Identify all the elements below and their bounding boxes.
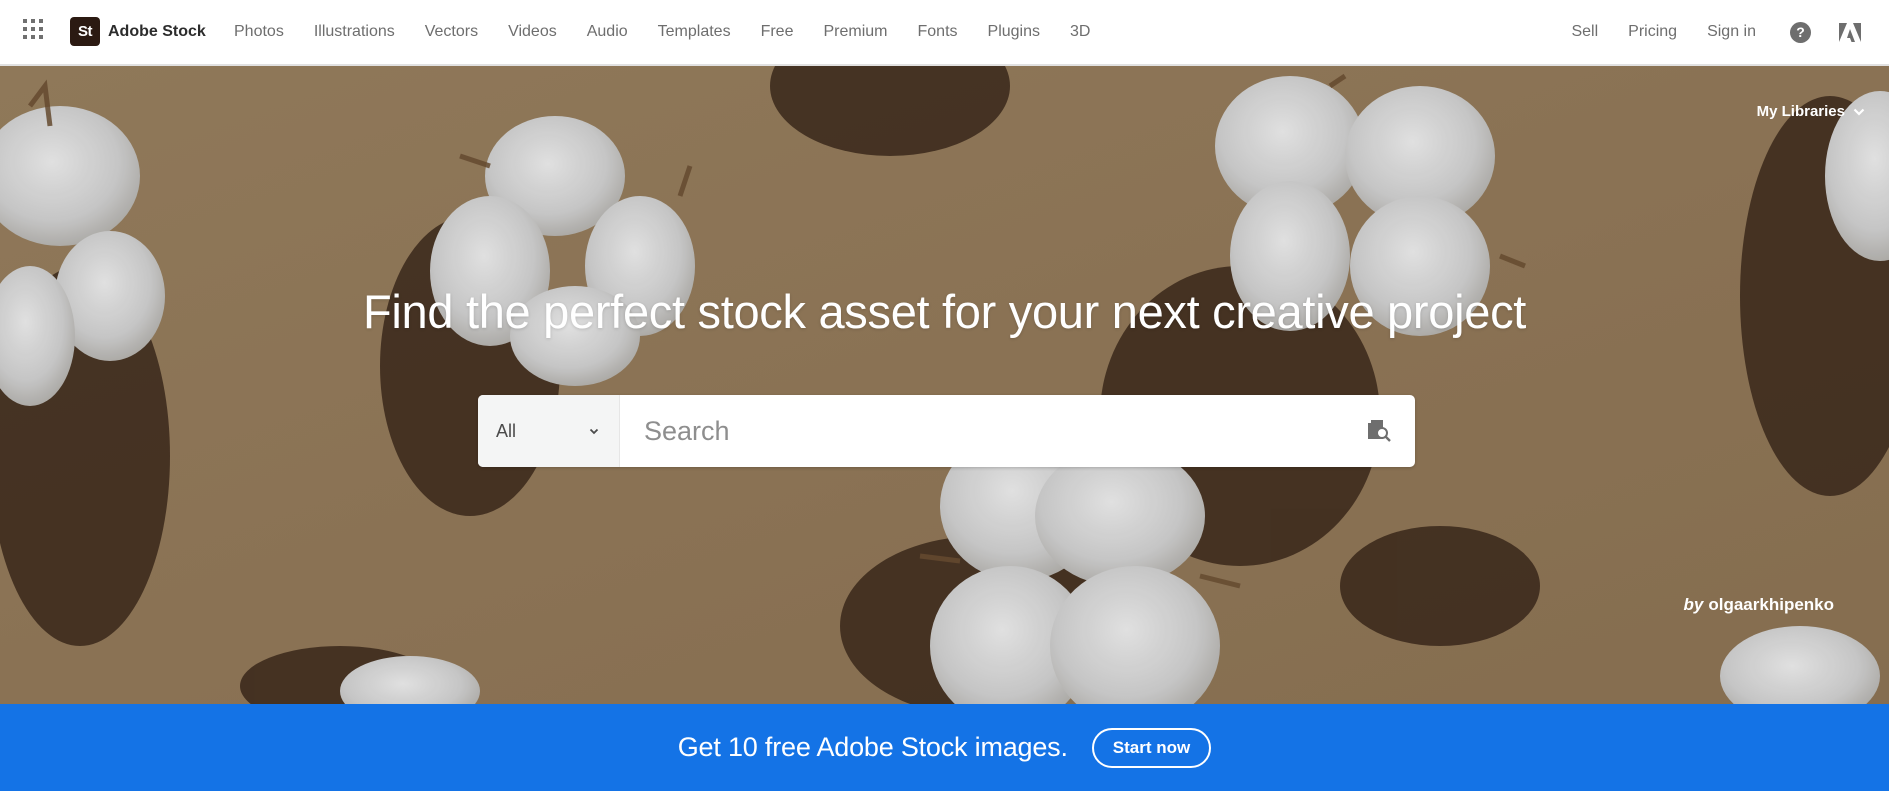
nav-item-premium[interactable]: Premium xyxy=(823,23,887,41)
adobe-logo-icon[interactable] xyxy=(1839,22,1861,42)
nav-item-free[interactable]: Free xyxy=(761,23,794,41)
help-icon[interactable]: ? xyxy=(1790,21,1811,43)
hero-overlay xyxy=(0,66,1889,704)
search-input[interactable] xyxy=(620,395,1345,467)
visual-search-button[interactable] xyxy=(1345,395,1415,467)
top-navigation-bar: St Adobe Stock Photos Illustrations Vect… xyxy=(0,0,1889,66)
my-libraries-label: My Libraries xyxy=(1756,103,1845,120)
nav-item-3d[interactable]: 3D xyxy=(1070,23,1090,41)
nav-item-plugins[interactable]: Plugins xyxy=(988,23,1040,41)
nav-item-templates[interactable]: Templates xyxy=(658,23,731,41)
chevron-down-icon xyxy=(589,428,599,434)
app-switcher-grid-icon[interactable] xyxy=(23,19,43,39)
adobe-stock-logo[interactable]: St Adobe Stock xyxy=(70,17,206,46)
nav-item-audio[interactable]: Audio xyxy=(587,23,628,41)
nav-item-photos[interactable]: Photos xyxy=(234,23,284,41)
nav-item-illustrations[interactable]: Illustrations xyxy=(314,23,395,41)
visual-search-icon xyxy=(1368,420,1391,442)
nav-item-fonts[interactable]: Fonts xyxy=(918,23,958,41)
nav-item-vectors[interactable]: Vectors xyxy=(425,23,478,41)
stock-logo-badge: St xyxy=(70,17,100,46)
sell-link[interactable]: Sell xyxy=(1571,23,1598,41)
pricing-link[interactable]: Pricing xyxy=(1628,23,1677,41)
promo-text: Get 10 free Adobe Stock images. xyxy=(677,732,1068,762)
right-nav: Sell Pricing Sign in ? xyxy=(1571,0,1889,64)
sign-in-link[interactable]: Sign in xyxy=(1707,23,1756,41)
promo-banner: Get 10 free Adobe Stock images. Start no… xyxy=(0,704,1889,791)
search-bar: All xyxy=(478,395,1415,467)
my-libraries-dropdown[interactable]: My Libraries xyxy=(1757,103,1865,120)
asset-type-select[interactable]: All xyxy=(478,395,620,467)
logo-text: Adobe Stock xyxy=(108,22,206,40)
nav-item-videos[interactable]: Videos xyxy=(508,23,557,41)
credit-by: by xyxy=(1683,595,1704,614)
main-nav: Photos Illustrations Vectors Videos Audi… xyxy=(234,0,1120,64)
start-now-button[interactable]: Start now xyxy=(1091,727,1212,768)
asset-type-selected: All xyxy=(496,420,517,441)
hero-title: Find the perfect stock asset for your ne… xyxy=(362,285,1527,338)
chevron-down-icon xyxy=(1853,108,1865,116)
credit-author[interactable]: olgaarkhipenko xyxy=(1708,595,1834,614)
hero-section: My Libraries Find the perfect stock asse… xyxy=(0,66,1889,704)
photo-credit: by olgaarkhipenko xyxy=(1684,595,1834,615)
